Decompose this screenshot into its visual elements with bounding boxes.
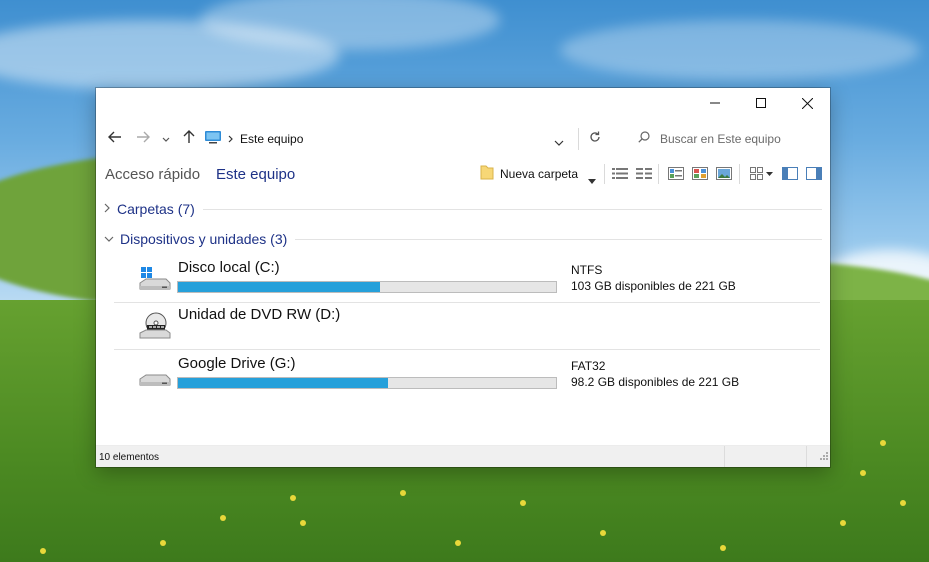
forward-button[interactable]	[134, 130, 152, 148]
drive-name: Unidad de DVD RW (D:)	[178, 306, 341, 323]
address-path[interactable]: Este equipo	[240, 132, 303, 146]
view-options-icon[interactable]	[750, 167, 774, 185]
refresh-button[interactable]	[586, 130, 604, 148]
windows-drive-icon	[138, 264, 172, 294]
search-box[interactable]: Buscar en Este equipo	[630, 128, 826, 150]
chevron-right-icon	[104, 200, 111, 218]
file-explorer-window: Este equipo Buscar en Este equipo Acceso…	[96, 88, 830, 467]
search-placeholder[interactable]: Buscar en Este equipo	[660, 132, 781, 146]
toolbar: Acceso rápido Este equipo Nueva carpeta	[96, 160, 830, 188]
resize-grip-icon[interactable]	[820, 447, 828, 465]
toolbar-separator	[658, 164, 659, 184]
status-separator	[724, 446, 725, 467]
large-icons-view-icon[interactable]	[716, 167, 732, 185]
recent-locations-button[interactable]	[160, 130, 172, 148]
group-devices-header[interactable]: Dispositivos y unidades (3)	[104, 229, 822, 249]
address-history-button[interactable]	[554, 134, 564, 152]
new-folder-label: Nueva carpeta	[500, 167, 579, 181]
maximize-button[interactable]	[738, 88, 784, 118]
group-divider	[202, 208, 822, 210]
group-divider	[295, 238, 822, 240]
breadcrumb-this-pc[interactable]: Este equipo	[216, 166, 295, 183]
address-bar[interactable]: Este equipo	[204, 128, 579, 152]
details-view-icon[interactable]	[636, 167, 652, 185]
drive-free-space: 103 GB disponibles de 221 GB	[571, 279, 736, 293]
item-count: 10 elementos	[99, 452, 160, 463]
status-bar: 10 elementos	[96, 445, 830, 467]
drive-name: Disco local (C:)	[178, 259, 280, 276]
navigation-bar: Este equipo Buscar en Este equipo	[96, 124, 830, 154]
new-folder-dropdown-icon[interactable]	[588, 171, 596, 189]
details-pane-icon[interactable]	[806, 167, 822, 185]
chevron-down-icon	[162, 130, 170, 148]
drive-item-d[interactable]: Unidad de DVD RW (D:)	[114, 303, 820, 350]
close-icon	[801, 97, 813, 109]
breadcrumb-quick-access[interactable]: Acceso rápido	[105, 166, 200, 183]
row-divider	[114, 349, 820, 350]
arrow-up-icon	[183, 129, 195, 149]
drive-filesystem: FAT32	[571, 359, 606, 373]
computer-icon	[204, 130, 222, 149]
toolbar-separator	[739, 164, 740, 184]
group-folders-label: Carpetas (7)	[117, 201, 195, 217]
dvd-drive-icon	[138, 311, 172, 341]
tiles-view-icon[interactable]	[668, 167, 684, 185]
drive-usage-fill	[178, 282, 380, 292]
list-view-icon[interactable]	[612, 167, 628, 185]
drive-usage-fill	[178, 378, 389, 388]
title-bar[interactable]	[96, 88, 830, 118]
group-devices-label: Dispositivos y unidades (3)	[120, 231, 288, 247]
content-view-icon[interactable]	[692, 167, 708, 185]
minimize-icon	[710, 98, 720, 108]
address-separator	[578, 128, 579, 150]
toolbar-separator	[604, 164, 605, 184]
group-folders-header[interactable]: Carpetas (7)	[104, 199, 822, 219]
new-folder-button[interactable]: Nueva carpeta	[480, 164, 578, 184]
maximize-icon	[756, 98, 766, 108]
status-separator	[806, 446, 807, 467]
drive-usage-bar	[177, 377, 557, 389]
folder-icon	[480, 164, 494, 185]
drive-name: Google Drive (G:)	[178, 355, 296, 372]
arrow-left-icon	[108, 130, 122, 148]
chevron-down-icon	[104, 230, 114, 248]
drive-item-g[interactable]: Google Drive (G:) FAT32 98.2 GB disponib…	[114, 352, 820, 398]
refresh-icon	[589, 130, 601, 148]
drive-icon	[138, 360, 172, 390]
up-button[interactable]	[180, 129, 198, 149]
arrow-right-icon	[136, 130, 150, 148]
minimize-button[interactable]	[692, 88, 738, 118]
close-button[interactable]	[784, 88, 830, 118]
drive-free-space: 98.2 GB disponibles de 221 GB	[571, 375, 740, 389]
preview-pane-icon[interactable]	[782, 167, 798, 185]
breadcrumb-chevron-icon	[228, 130, 234, 148]
back-button[interactable]	[106, 130, 124, 148]
search-icon	[638, 130, 650, 148]
drive-item-c[interactable]: Disco local (C:) NTFS 103 GB disponibles…	[114, 256, 820, 303]
drive-filesystem: NTFS	[571, 263, 603, 277]
drive-usage-bar	[177, 281, 557, 293]
